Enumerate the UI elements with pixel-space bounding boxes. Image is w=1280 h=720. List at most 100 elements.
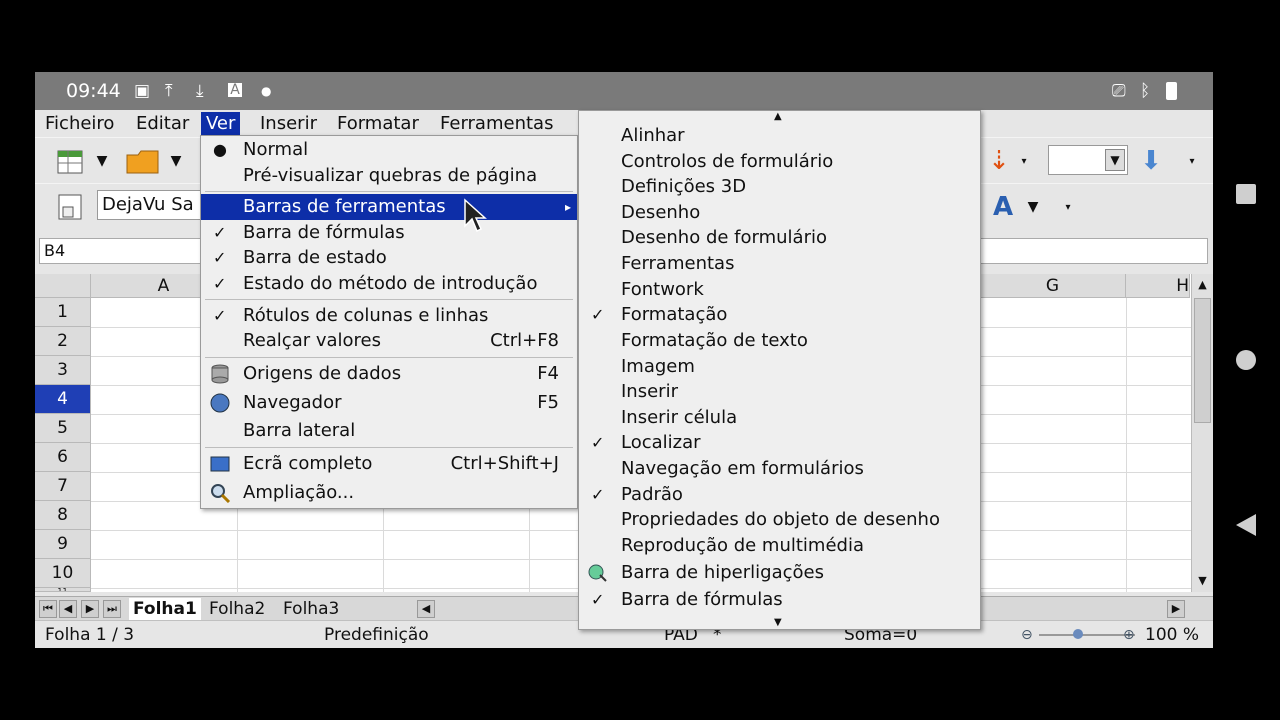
view-menu: ● Normal Pré-visualizar quebras de págin… [200,135,578,509]
submenu-item[interactable]: ✓ Formatação [579,302,980,327]
back-icon[interactable] [1236,514,1256,536]
scroll-up-icon[interactable]: ▲ [774,111,782,122]
menu-item-normal[interactable]: ● Normal [201,137,577,163]
open-dropdown-icon[interactable]: ▼ [165,142,187,180]
menu-formatar[interactable]: Formatar [332,112,424,136]
submenu-item[interactable]: Propriedades do objeto de desenho [579,507,980,532]
prev-sheet-icon[interactable]: ◀ [59,600,77,618]
scroll-thumb[interactable] [1194,298,1211,423]
next-sheet-icon[interactable]: ▶ [81,600,99,618]
chevron-down-icon[interactable]: ▼ [1105,149,1125,171]
zoom-in-icon[interactable]: ⊕ [1123,625,1135,645]
row-header-selected[interactable]: 4 [35,385,91,414]
submenu-item[interactable]: Desenho de formulário [579,225,980,250]
row-header[interactable]: 10 [35,559,91,588]
row-header[interactable]: 9 [35,530,91,559]
submenu-item[interactable]: Navegação em formulários [579,456,980,481]
formula-input[interactable] [980,238,1208,264]
zoom-out-icon[interactable]: ⊖ [1021,625,1033,645]
submenu-item[interactable]: Controlos de formulário [579,149,980,174]
sort-icon[interactable]: ⇣ [979,142,1019,180]
upload-icon: ⤒ [165,81,173,101]
hscroll-left-icon[interactable]: ◀ [417,600,435,618]
checkmark-icon: ✓ [591,590,605,609]
menu-item-sidebar[interactable]: Barra lateral [201,418,577,444]
submenu-item[interactable]: Definições 3D [579,174,980,199]
menu-separator [205,357,573,358]
menu-item-input-method[interactable]: ✓ Estado do método de introdução [201,271,577,297]
zoom-slider-handle[interactable] [1073,629,1083,639]
menu-item-label: Rótulos de colunas e linhas [243,305,489,326]
last-sheet-icon[interactable]: ⏭ [103,600,121,618]
menu-item-value-highlighting[interactable]: Realçar valores Ctrl+F8 [201,328,577,354]
menu-ficheiro[interactable]: Ficheiro [40,112,119,136]
menu-inserir[interactable]: Inserir [255,112,322,136]
scroll-down-icon[interactable]: ▼ [1194,572,1211,590]
submenu-item[interactable]: Inserir [579,379,980,404]
column-header-h[interactable]: H [1126,274,1190,298]
zoom-slider[interactable] [1039,634,1135,636]
row-header[interactable]: 5 [35,414,91,443]
submenu-item[interactable]: Imagem [579,354,980,379]
name-box[interactable]: B4 [39,238,209,264]
first-sheet-icon[interactable]: ⏮ [39,600,57,618]
submenu-item[interactable]: Alinhar [579,123,980,148]
zoom-level[interactable]: 100 % [1145,625,1199,645]
menu-separator [205,191,573,192]
row-header[interactable]: 1 [35,298,91,327]
sheet-tab-folha2[interactable]: Folha2 [205,598,269,620]
menu-ferramentas[interactable]: Ferramentas [435,112,558,136]
submenu-item[interactable]: ✓ Barra de fórmulas [579,587,980,612]
submenu-item[interactable]: Reprodução de multimédia [579,533,980,558]
column-header-g[interactable]: G [980,274,1126,298]
row-header[interactable]: 8 [35,501,91,530]
open-folder-icon[interactable] [123,142,163,180]
home-icon[interactable] [1236,350,1256,370]
menu-item-formula-bar[interactable]: ✓ Barra de fórmulas [201,220,577,246]
menu-ver[interactable]: Ver [201,112,241,136]
row-header[interactable]: 2 [35,327,91,356]
scroll-down-icon[interactable]: ▼ [774,617,782,628]
recent-apps-icon[interactable] [1236,184,1256,204]
menu-item-data-sources[interactable]: Origens de dados F4 [201,361,577,387]
menu-item-page-break-preview[interactable]: Pré-visualizar quebras de página [201,163,577,189]
toolbar-overflow-icon-2[interactable]: ▾ [1185,142,1199,180]
hscroll-right-icon[interactable]: ▶ [1167,600,1185,618]
menu-item-headers[interactable]: ✓ Rótulos de colunas e linhas [201,303,577,329]
font-size-box[interactable]: ▼ [1048,145,1128,175]
menu-item-zoom[interactable]: Ampliação... [201,480,577,506]
submenu-item[interactable]: Barra de hiperligações [579,560,980,585]
submenu-item[interactable]: Formatação de texto [579,328,980,353]
font-color-dropdown-icon[interactable]: ▼ [1023,188,1043,226]
row-header[interactable]: 11 [35,588,91,592]
submenu-item[interactable]: Desenho [579,200,980,225]
page-style[interactable]: Predefinição [324,625,429,645]
menu-editar[interactable]: Editar [131,112,194,136]
vertical-scrollbar[interactable]: ▲ ▼ [1191,274,1213,592]
toolbar-overflow-icon-3[interactable]: ▾ [1061,188,1075,226]
corner-cell[interactable] [35,274,91,298]
submenu-item[interactable]: ✓ Localizar [579,430,980,455]
sheet-tab-folha3[interactable]: Folha3 [279,598,343,620]
submenu-item[interactable]: ✓ Padrão [579,482,980,507]
row-header[interactable]: 3 [35,356,91,385]
menu-item-toolbars[interactable]: Barras de ferramentas ▸ [201,194,577,220]
arrow-down-icon[interactable]: ⬇ [1131,142,1171,180]
new-document-icon[interactable] [51,142,91,180]
submenu-item[interactable]: Ferramentas [579,251,980,276]
submenu-item[interactable]: Fontwork [579,277,980,302]
styles-icon[interactable] [51,188,91,226]
scroll-up-icon[interactable]: ▲ [1194,276,1211,294]
new-dropdown-icon[interactable]: ▼ [91,142,113,180]
sheet-tab-folha1[interactable]: Folha1 [129,598,201,620]
row-header[interactable]: 6 [35,443,91,472]
menu-item-status-bar[interactable]: ✓ Barra de estado [201,245,577,271]
submenu-item[interactable]: Inserir célula [579,405,980,430]
menu-item-fullscreen[interactable]: Ecrã completo Ctrl+Shift+J [201,451,577,477]
menu-item-label: Ampliação... [243,482,355,503]
menu-item-label: Realçar valores [243,330,382,351]
menu-item-navigator[interactable]: Navegador F5 [201,390,577,416]
toolbar-overflow-icon[interactable]: ▾ [1017,142,1031,180]
row-header[interactable]: 7 [35,472,91,501]
font-color-icon[interactable]: A [983,188,1023,226]
